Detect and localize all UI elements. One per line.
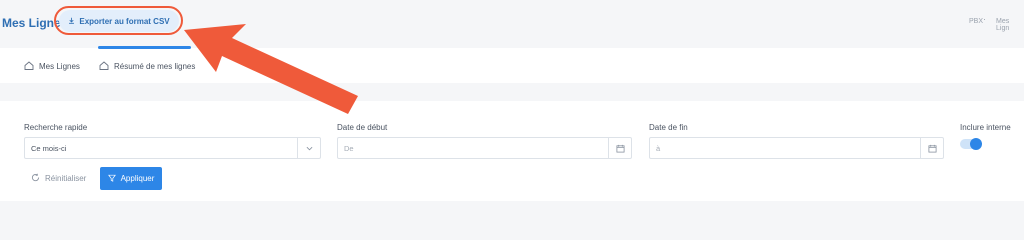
breadcrumb-pbx[interactable]: PBX [969,18,983,25]
annotation-arrow [184,24,358,114]
home-icon [24,61,34,72]
calendar-icon[interactable] [608,138,631,158]
include-internal-label: Inclure interne [960,123,1011,132]
include-internal-toggle[interactable] [960,138,982,150]
calendar-icon[interactable] [920,138,943,158]
quick-search-label: Recherche rapide [24,123,88,132]
chevron-down-icon [297,138,320,158]
reset-label: Réinitialiser [45,174,87,183]
filter-icon [107,174,116,184]
home-icon [99,61,109,72]
tab-label: Mes Lignes [39,62,80,71]
start-date-placeholder: De [344,143,354,153]
apply-label: Appliquer [120,174,155,183]
end-date-label: Date de fin [649,123,688,132]
annotation-highlight-ring [54,6,183,35]
end-date-placeholder: à [656,143,661,153]
start-date-label: Date de début [337,123,388,132]
toggle-knob [970,138,982,150]
breadcrumb-separator: · [983,14,986,24]
refresh-icon [31,173,40,184]
active-tab-indicator [98,46,191,49]
quick-search-select[interactable]: Ce mois-ci [24,137,321,159]
breadcrumb-current: Mes Lign [996,18,1010,32]
start-date-input[interactable]: De [337,137,632,159]
tab-mes-lignes[interactable]: Mes Lignes [24,61,80,72]
quick-search-value: Ce mois-ci [31,143,67,153]
reset-button[interactable]: Réinitialiser [31,173,86,184]
end-date-input[interactable]: à [649,137,944,159]
apply-button[interactable]: Appliquer [100,167,162,190]
